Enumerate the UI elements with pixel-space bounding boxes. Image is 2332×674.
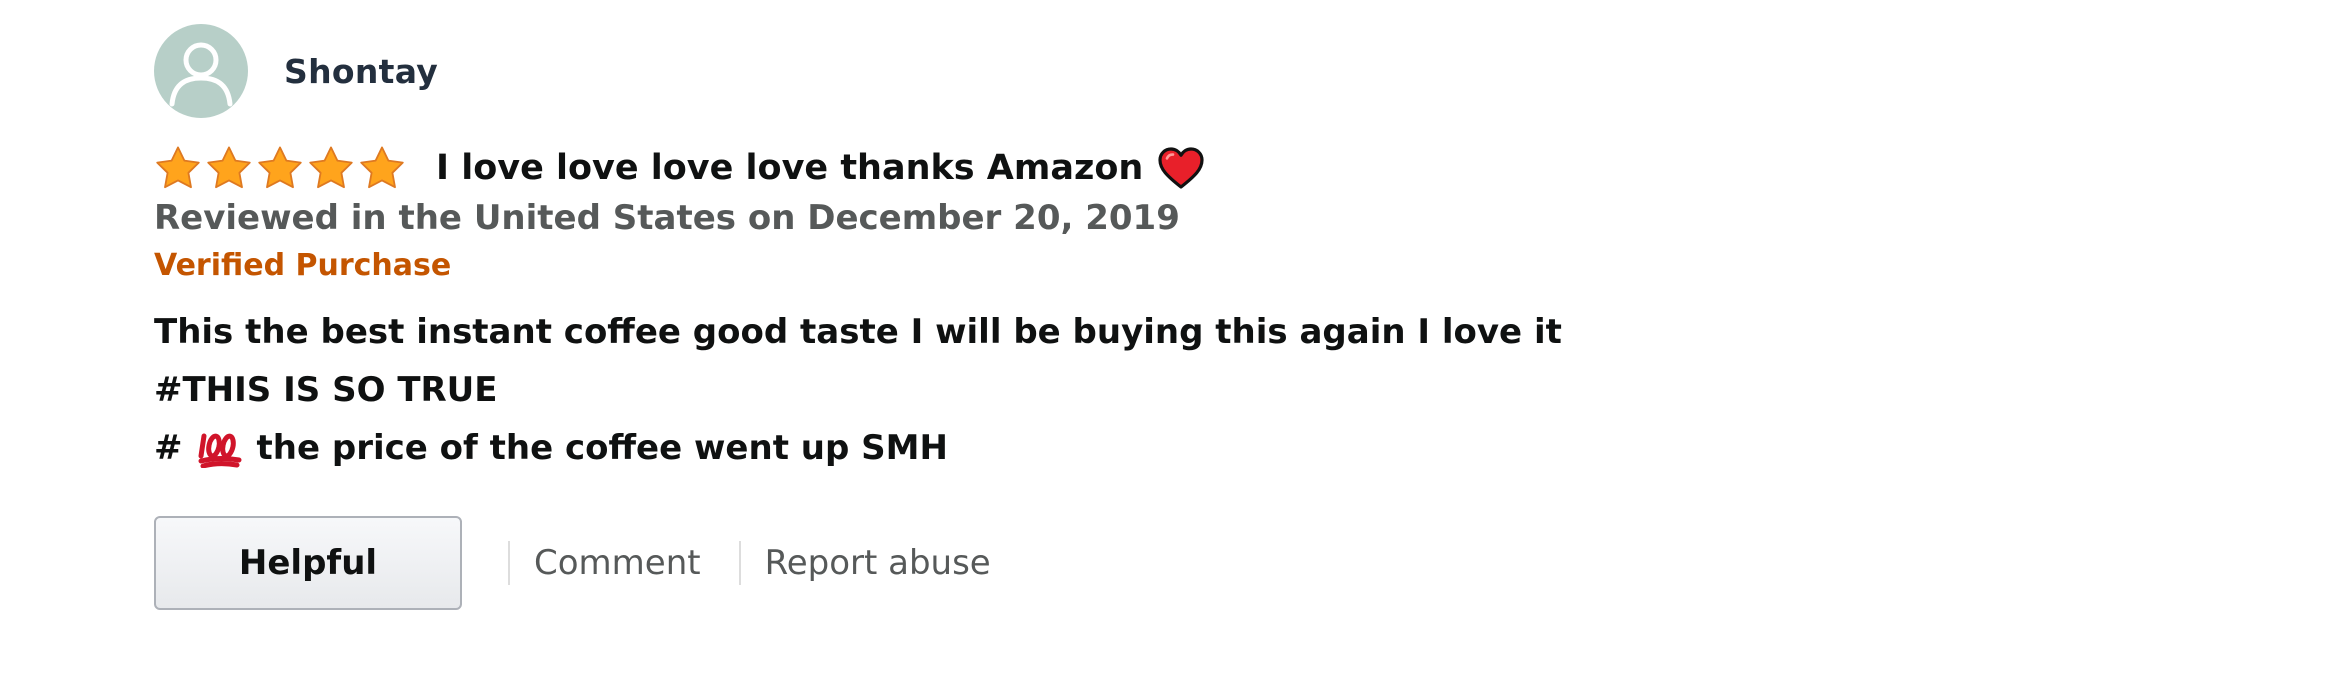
review-actions: Helpful Comment Report abuse [154,515,2254,611]
review-body-line: # the price of the coffee went up SMH [154,419,2254,477]
reviewer-profile[interactable]: Shontay [154,22,2254,120]
review-date: Reviewed in the United States on Decembe… [154,198,1180,238]
verified-purchase-badge[interactable]: Verified Purchase [154,248,2254,283]
user-silhouette-icon[interactable] [154,24,248,118]
review-body-line: #THIS IS SO TRUE [154,370,498,410]
star-rating[interactable] [154,145,406,191]
report-abuse-link[interactable]: Report abuse [765,543,991,583]
review-body-text: the price of the coffee went up SMH [256,428,948,468]
star-icon [205,145,253,191]
heart-icon [1157,146,1205,190]
comment-link[interactable]: Comment [534,543,701,583]
star-icon [358,145,406,191]
hundred-points-icon [197,428,243,468]
hashtag-symbol: # [154,428,183,468]
review-body: This the best instant coffee good taste … [154,303,2254,477]
star-icon [307,145,355,191]
review-title-row: I love love love love thanks Amazon [154,142,2254,194]
review-title[interactable]: I love love love love thanks Amazon [436,148,1143,188]
review-card: Shontay I love love love love thanks Ama… [154,22,2254,611]
star-icon [256,145,304,191]
divider [508,541,510,585]
divider [738,541,741,585]
review-body-line: This the best instant coffee good taste … [154,312,1562,352]
reviewer-name[interactable]: Shontay [284,52,438,91]
star-icon [154,145,202,191]
helpful-button[interactable]: Helpful [154,516,462,610]
